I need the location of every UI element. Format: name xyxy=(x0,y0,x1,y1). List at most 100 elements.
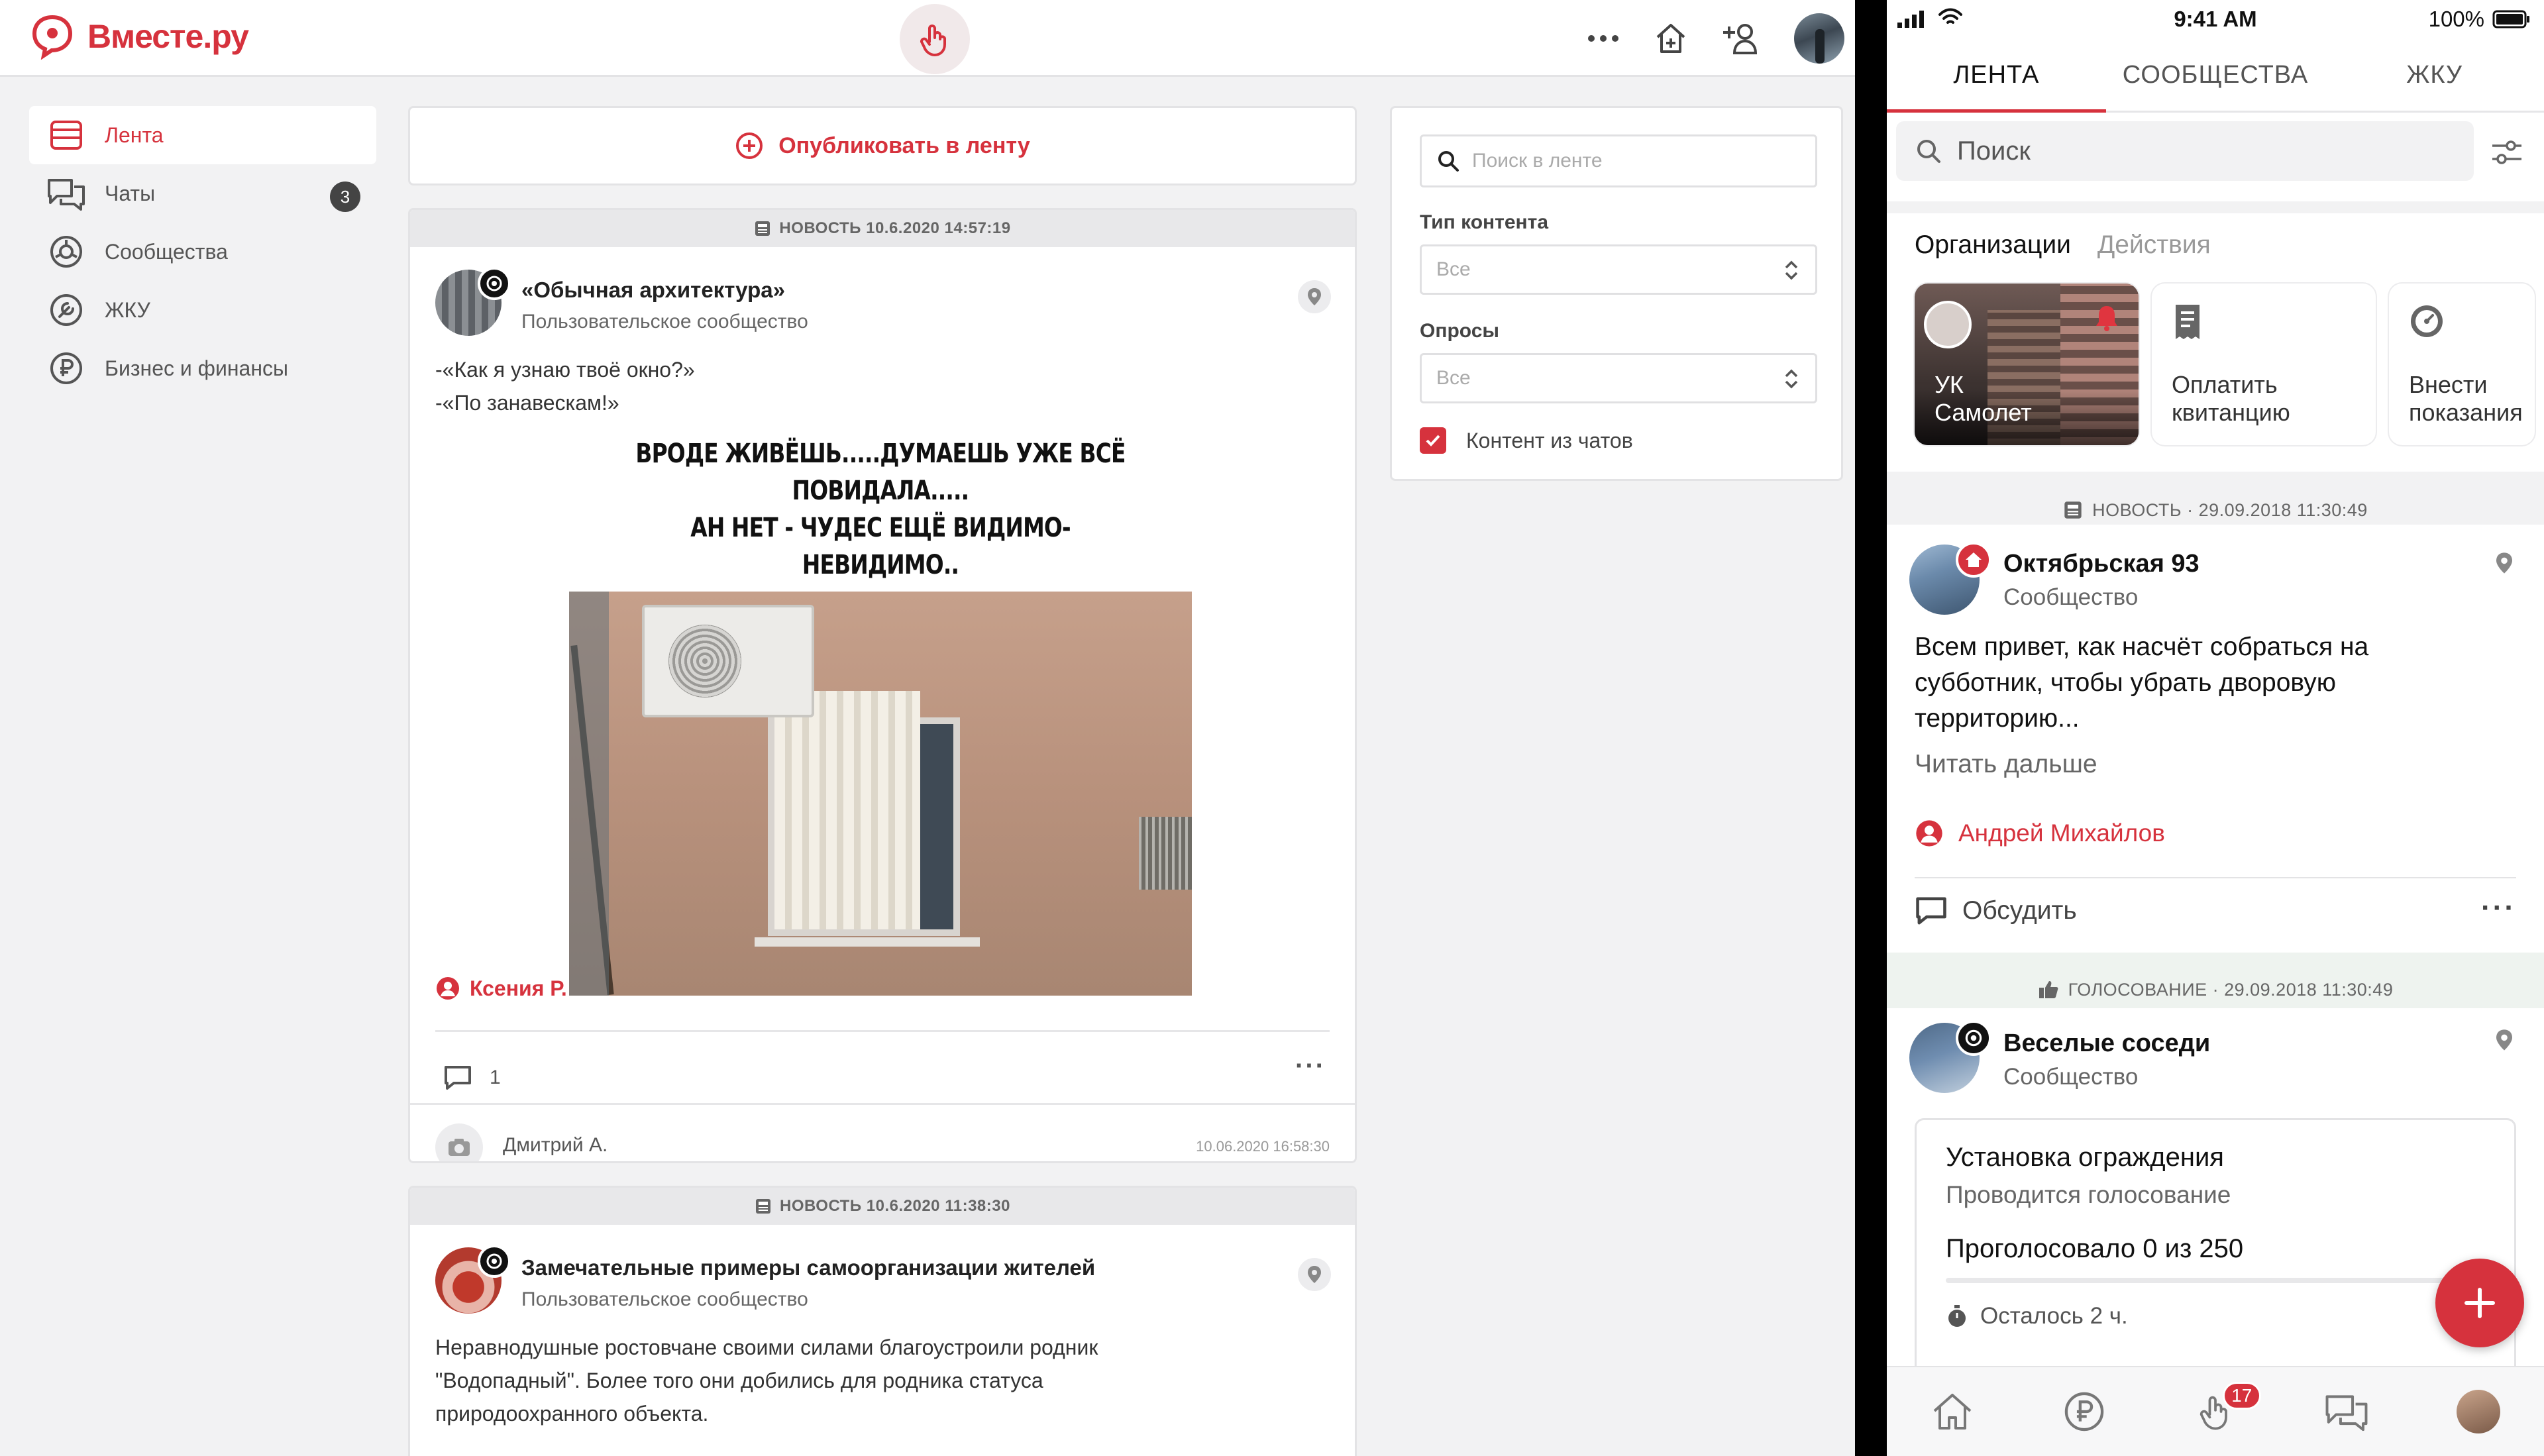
status-bar: 9:41 AM 100% xyxy=(1887,0,2544,40)
checkmark-icon xyxy=(1420,427,1446,454)
sidebar-item-utilities[interactable]: ЖКУ xyxy=(29,281,376,339)
sidebar-item-feed[interactable]: Лента xyxy=(29,106,376,164)
post-text: Всем привет, как насчёт собраться на суб… xyxy=(1915,629,2511,737)
org-card-pay-receipt[interactable]: Оплатить квитанцию xyxy=(2152,284,2376,445)
org-card-uk-samolet[interactable]: УК Самолет xyxy=(1915,284,2139,445)
comment-time: 10.06.2020 16:58:30 xyxy=(1196,1138,1330,1155)
filter-sliders-icon[interactable] xyxy=(2486,131,2528,174)
mobile-app: 9:41 AM 100% ЛЕНТА СООБЩЕСТВА ЖКУ Органи… xyxy=(1887,0,2544,1456)
logo-text: Вместе.ру xyxy=(87,18,249,55)
post-more-icon[interactable]: ··· xyxy=(1295,1051,1326,1081)
post-text-line: природоохранного объекта. xyxy=(435,1402,709,1426)
home-badge-icon xyxy=(1956,542,1991,578)
create-post-fab[interactable] xyxy=(2435,1259,2524,1347)
org-card-label: Оплатить квитанцию xyxy=(2172,371,2290,427)
nav-neighbors[interactable]: 17 xyxy=(2150,1367,2281,1456)
content-type-select[interactable]: Все xyxy=(1420,244,1817,295)
post-title[interactable]: Замечательные примеры самоорганизации жи… xyxy=(521,1255,1095,1280)
last-comment[interactable]: Дмитрий А. 10.06.2020 16:58:30 xyxy=(410,1103,1355,1161)
post-subtitle: Пользовательское сообщество xyxy=(521,1288,808,1310)
pin-icon[interactable] xyxy=(2487,1023,2521,1057)
top-bar: Вместе.ру xyxy=(0,0,1855,77)
post-author-row: Замечательные примеры самоорганизации жи… xyxy=(410,1225,1355,1324)
nav-chats[interactable] xyxy=(2281,1367,2412,1456)
org-card-label: УК Самолет xyxy=(1934,371,2032,427)
sidebar-item-label: Лента xyxy=(105,123,164,147)
sidebar-item-business[interactable]: Бизнес и финансы xyxy=(29,339,376,397)
post-text: -«Как я узнаю твоё окно?» -«По занавеска… xyxy=(410,346,1355,419)
news-icon xyxy=(2064,501,2082,519)
post-title[interactable]: Октябрьская 93 xyxy=(2003,550,2200,578)
camera-icon xyxy=(435,1123,483,1161)
plus-icon xyxy=(2464,1288,2495,1318)
publish-to-feed-button[interactable]: Опубликовать в ленту xyxy=(408,106,1357,185)
search-box[interactable] xyxy=(1896,121,2474,181)
battery: 100% xyxy=(2429,7,2531,32)
meme-caption: ВРОДЕ ЖИВЁШЬ.....ДУМАЕШЬ УЖЕ ВСЁ ПОВИДАЛ… xyxy=(625,435,1136,584)
user-icon xyxy=(437,977,459,1000)
search-icon xyxy=(1917,140,1940,163)
ruble-icon xyxy=(2064,1392,2103,1431)
chevron-updown-icon xyxy=(1785,369,1798,389)
battery-level: 100% xyxy=(2428,7,2484,31)
pin-icon[interactable] xyxy=(1298,1258,1331,1291)
post-author[interactable]: Ксения Р. xyxy=(435,976,567,1001)
read-more-link[interactable]: Читать дальше xyxy=(1915,750,2097,779)
post-author-row: «Обычная архитектура» Пользовательское с… xyxy=(410,247,1355,346)
sidebar-item-chats[interactable]: Чаты 3 xyxy=(29,164,376,223)
post-title[interactable]: Веселые соседи xyxy=(2003,1029,2210,1058)
nav-profile[interactable] xyxy=(2413,1367,2544,1456)
home-icon xyxy=(1933,1394,1972,1430)
content-type-label: Тип контента xyxy=(1420,211,1549,233)
tab-communities[interactable]: СООБЩЕСТВА xyxy=(2106,40,2325,111)
vote-card[interactable]: Установка ограждения Проводится голосова… xyxy=(1915,1118,2516,1396)
tab-utilities[interactable]: ЖКУ xyxy=(2325,40,2544,111)
org-card-label-line: Самолет xyxy=(1934,399,2032,426)
news-icon xyxy=(755,221,770,236)
tab-feed[interactable]: ЛЕНТА xyxy=(1887,40,2106,113)
battery-icon xyxy=(2492,10,2529,28)
vote-status: Проводится голосование xyxy=(1946,1181,2231,1208)
vote-remaining-text: Осталось 2 ч. xyxy=(1980,1303,2128,1329)
neighbors-hand-button[interactable] xyxy=(900,4,970,74)
logo[interactable]: Вместе.ру xyxy=(29,13,249,60)
pin-icon[interactable] xyxy=(2487,546,2521,580)
post-title[interactable]: «Обычная архитектура» xyxy=(521,278,785,303)
comments-button[interactable]: 1 xyxy=(443,1065,501,1091)
feed-post: НОВОСТЬ 10.6.2020 11:38:30 Замечательные… xyxy=(408,1186,1357,1456)
pin-icon[interactable] xyxy=(1298,280,1331,313)
tab-organizations[interactable]: Организации xyxy=(1915,231,2071,260)
sidebar-item-communities[interactable]: Сообщества xyxy=(29,223,376,281)
community-badge-icon xyxy=(478,267,511,300)
tab-actions[interactable]: Действия xyxy=(2097,231,2211,260)
org-card-submit-readings[interactable]: Внести показания xyxy=(2389,284,2535,445)
comment-icon xyxy=(445,1066,471,1090)
comment-icon xyxy=(1916,897,1946,925)
logo-icon xyxy=(32,15,73,60)
org-card-label-line: Внести xyxy=(2409,371,2488,398)
org-card-label-line: УК xyxy=(1934,371,1964,398)
utilities-icon xyxy=(46,290,86,330)
post-author[interactable]: Андрей Михайлов xyxy=(1915,819,2165,848)
post-more-icon[interactable]: ··· xyxy=(2481,892,2516,925)
nav-home[interactable] xyxy=(1887,1367,2018,1456)
meter-icon xyxy=(2411,305,2443,337)
organization-cards: УК Самолет Оплатить квитанцию Внести пок… xyxy=(1915,284,2535,445)
add-friend-icon[interactable] xyxy=(1720,17,1762,60)
stopwatch-icon xyxy=(1948,1305,1966,1327)
post-header-text: НОВОСТЬ 10.6.2020 11:38:30 xyxy=(780,1197,1010,1215)
vote-remaining: Осталось 2 ч. xyxy=(1946,1303,2128,1329)
nav-payments[interactable] xyxy=(2018,1367,2149,1456)
discuss-button[interactable]: Обсудить xyxy=(1915,896,2077,926)
user-avatar[interactable] xyxy=(1794,13,1844,64)
home-add-icon[interactable] xyxy=(1650,17,1692,60)
polls-select[interactable]: Все xyxy=(1420,353,1817,403)
feed-search-input[interactable] xyxy=(1472,150,1803,172)
more-icon[interactable] xyxy=(1582,17,1624,60)
post-header: НОВОСТЬ 10.6.2020 11:38:30 xyxy=(410,1188,1355,1225)
chat-content-checkbox[interactable]: Контент из чатов xyxy=(1420,427,1633,454)
post-image[interactable]: ВРОДЕ ЖИВЁШЬ.....ДУМАЕШЬ УЖЕ ВСЁ ПОВИДАЛ… xyxy=(569,435,1192,996)
search-input[interactable] xyxy=(1957,136,2447,166)
publish-label: Опубликовать в ленту xyxy=(778,132,1030,158)
feed-search[interactable] xyxy=(1420,134,1817,187)
